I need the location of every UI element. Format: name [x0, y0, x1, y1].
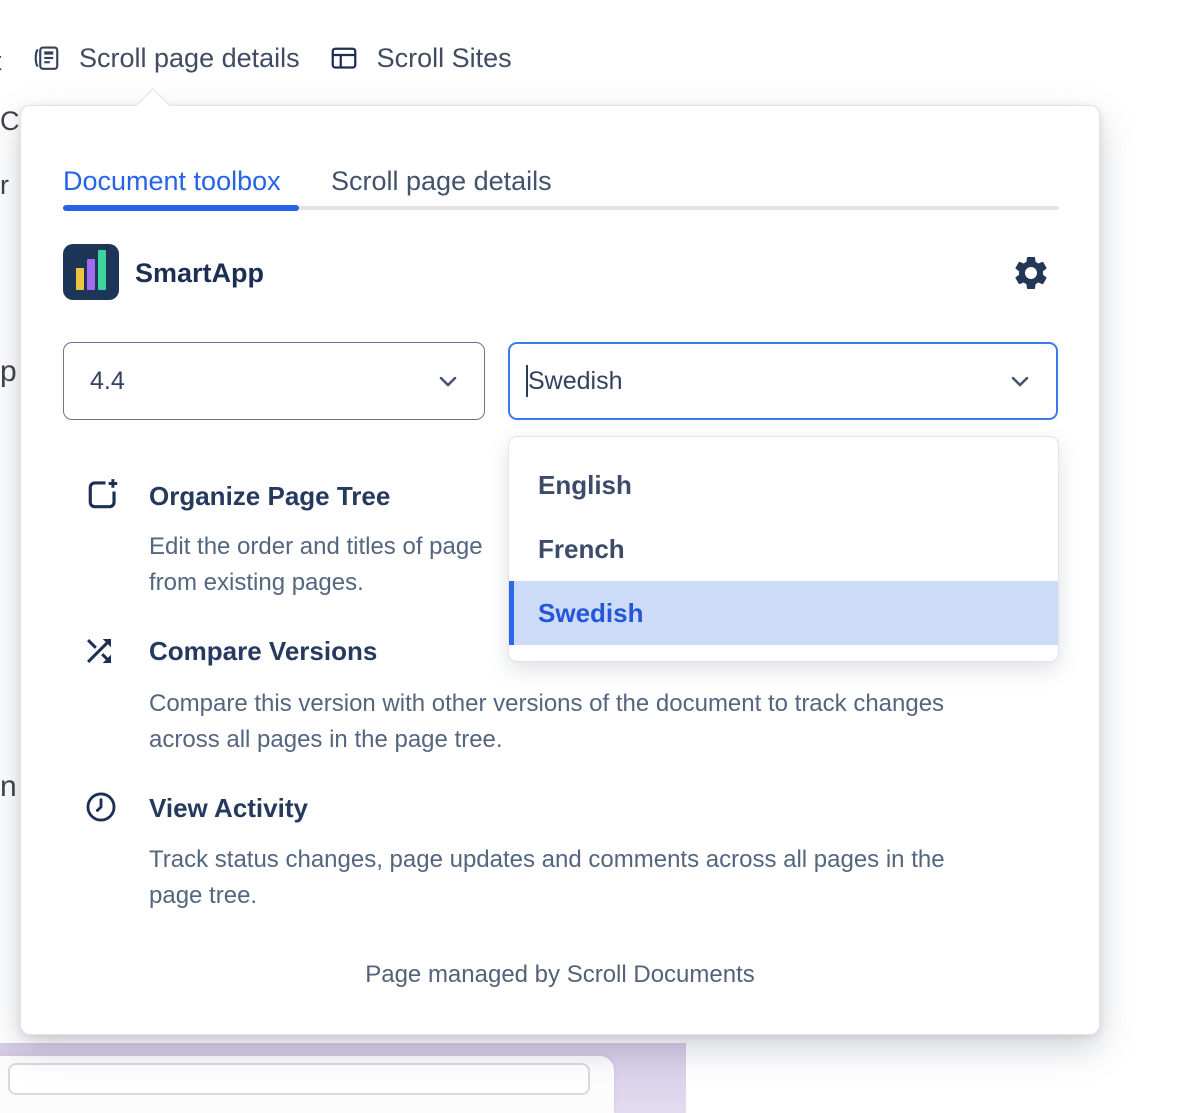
language-option-swedish[interactable]: Swedish — [509, 581, 1058, 645]
feature-description: Edit the order and titles of page from e… — [149, 529, 483, 601]
toolbar-item-label: Scroll Sites — [377, 43, 512, 74]
document-toolbox-popup: Document toolbox Scroll page details Sma… — [20, 105, 1100, 1035]
toolbar-item-scroll-page-details[interactable]: Scroll page details — [32, 42, 300, 74]
language-combobox[interactable]: Swedish — [508, 342, 1058, 420]
tab-active-indicator — [63, 205, 299, 211]
bg-fragment: n — [0, 770, 16, 804]
toolbar-item-scroll-sites[interactable]: Scroll Sites — [328, 43, 512, 74]
toolbar: Scroll page details Scroll Sites — [32, 42, 512, 74]
toolbar-edge-fragment: t — [0, 46, 8, 77]
feature-title: Organize Page Tree — [149, 481, 390, 512]
popup-footer-text: Page managed by Scroll Documents — [21, 961, 1099, 989]
chevron-down-icon — [1006, 367, 1034, 395]
page-add-icon — [83, 476, 121, 514]
language-combobox-value: Swedish — [528, 367, 623, 396]
feature-description: Compare this version with other versions… — [149, 686, 944, 758]
shuffle-icon — [79, 633, 119, 669]
language-option-french[interactable]: French — [509, 517, 1058, 581]
bg-fragment: p — [0, 355, 17, 389]
language-option-english[interactable]: English — [509, 453, 1058, 517]
chevron-down-icon — [434, 367, 462, 395]
language-menu: English French Swedish — [508, 436, 1059, 662]
settings-button[interactable] — [1011, 253, 1051, 293]
gear-icon — [1011, 253, 1051, 293]
app-name: SmartApp — [135, 258, 264, 289]
tab-scroll-page-details[interactable]: Scroll page details — [331, 166, 552, 197]
bg-fragment: Co — [0, 106, 21, 137]
feature-title: View Activity — [149, 793, 308, 824]
layout-icon — [328, 43, 360, 73]
page-details-icon — [32, 42, 62, 74]
toolbar-item-label: Scroll page details — [79, 43, 300, 74]
smartapp-logo — [63, 244, 119, 300]
version-select-value: 4.4 — [90, 367, 125, 396]
bottom-comment-input[interactable] — [8, 1063, 590, 1095]
popup-caret — [136, 88, 170, 122]
bg-fragment: r · — [0, 170, 14, 201]
background-bottom-card — [0, 1056, 614, 1113]
feature-description: Track status changes, page updates and c… — [149, 842, 945, 914]
clock-icon — [84, 790, 118, 824]
tab-document-toolbox[interactable]: Document toolbox — [63, 166, 281, 197]
version-select[interactable]: 4.4 — [63, 342, 485, 420]
feature-title: Compare Versions — [149, 636, 377, 667]
